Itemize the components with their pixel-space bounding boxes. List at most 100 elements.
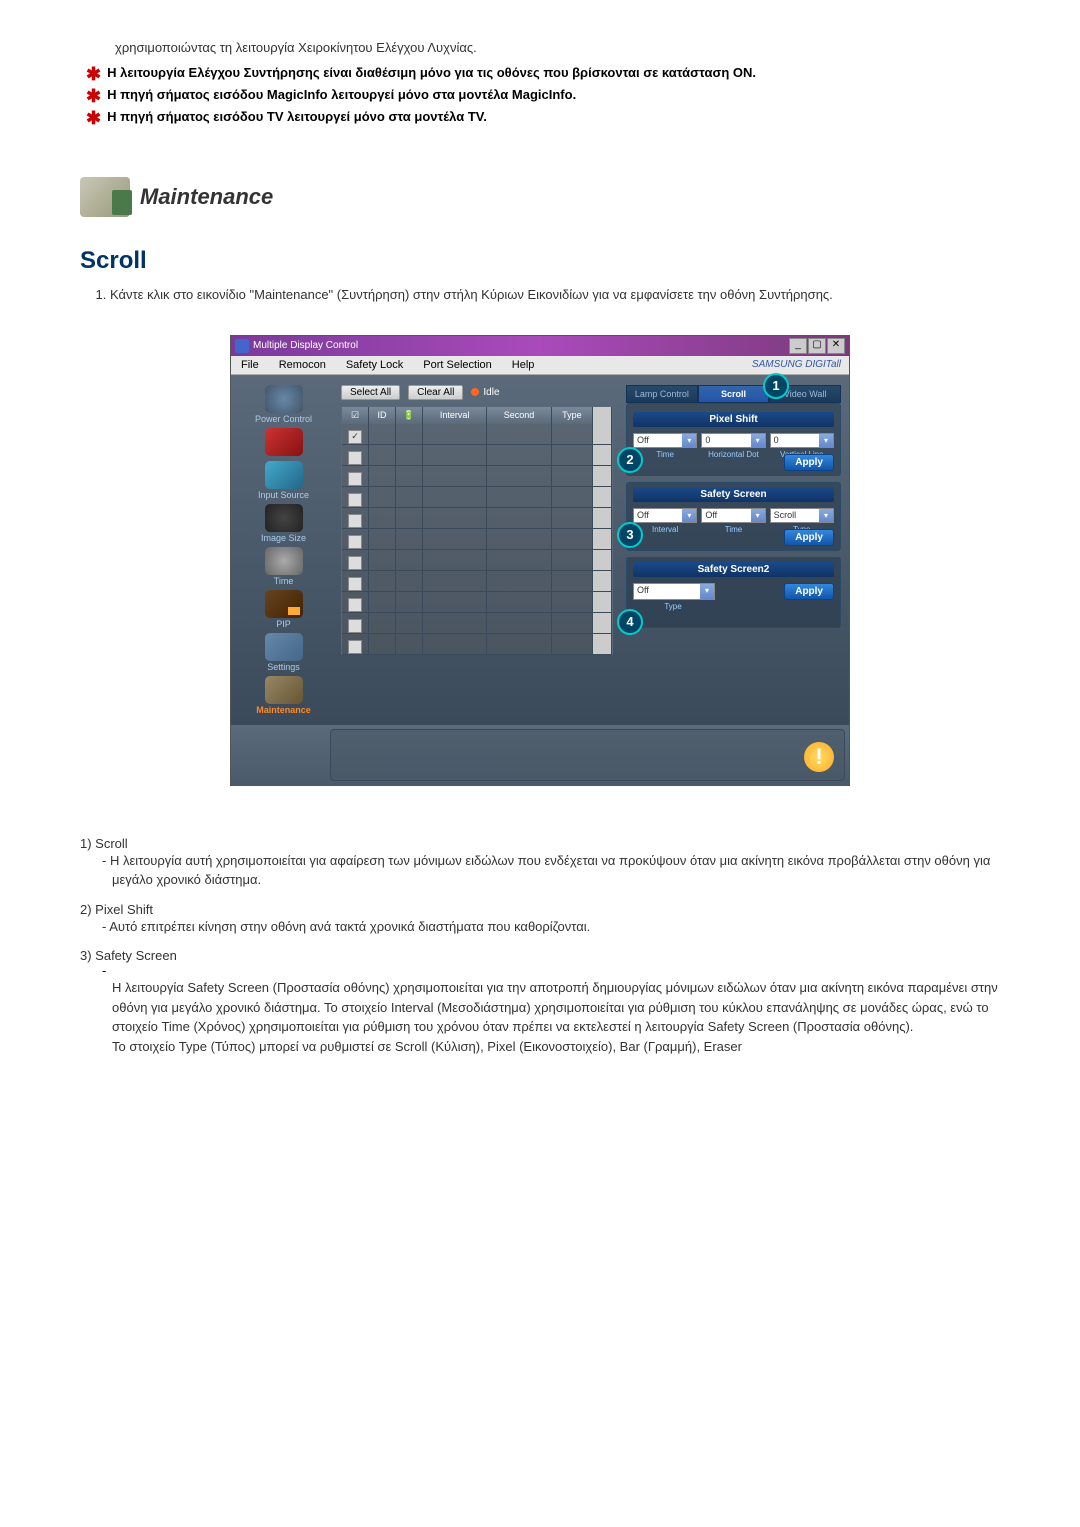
menu-file[interactable]: File <box>231 356 269 374</box>
table-row[interactable] <box>342 550 612 571</box>
scroll-heading: Scroll <box>80 247 1000 275</box>
label-hdot: Horizontal Dot <box>701 450 765 459</box>
tab-scroll[interactable]: Scroll <box>698 385 770 403</box>
row-checkbox[interactable] <box>348 514 362 528</box>
menu-port-selection[interactable]: Port Selection <box>413 356 501 374</box>
brand-label: SAMSUNG DIGITall <box>744 356 849 374</box>
app-window: Multiple Display Control _ ▢ ✕ File Remo… <box>230 335 850 786</box>
sidebar-label-maintenance: Maintenance <box>256 705 311 715</box>
right-panel: 1 Lamp Control Scroll Video Wall Pixel S… <box>618 375 849 725</box>
row-checkbox[interactable] <box>348 577 362 591</box>
safety2-apply-button[interactable]: Apply <box>784 583 834 600</box>
select-all-button[interactable]: Select All <box>341 385 400 400</box>
sidebar-item-input-source[interactable]: Input Source <box>236 461 331 500</box>
section-header: Maintenance <box>80 177 1000 217</box>
callout-2: 2 <box>617 447 643 473</box>
row-checkbox[interactable] <box>348 598 362 612</box>
col-second: Second <box>487 407 551 424</box>
clear-all-button[interactable]: Clear All <box>408 385 463 400</box>
table-row[interactable] <box>342 445 612 466</box>
desc-3-body1: Η λειτουργία Safety Screen (Προστασία οθ… <box>112 978 1000 1037</box>
safety-apply-button[interactable]: Apply <box>784 529 834 546</box>
close-button[interactable]: ✕ <box>827 338 845 354</box>
safety-time-dropdown[interactable]: Off▾ <box>701 508 765 523</box>
intro-text: χρησιμοποιώντας τη λειτουργία Χειροκίνητ… <box>115 40 1000 55</box>
row-checkbox[interactable] <box>348 640 362 654</box>
sidebar-label-size: Image Size <box>261 533 306 543</box>
desc-3-title: 3) Safety Screen <box>80 948 1000 963</box>
star-icon: ✱ <box>86 65 101 83</box>
table-row[interactable] <box>342 634 612 655</box>
idle-label: Idle <box>483 387 499 398</box>
table-row[interactable] <box>342 592 612 613</box>
safety-type-dropdown[interactable]: Scroll▾ <box>770 508 834 523</box>
input-source-icon <box>265 461 303 489</box>
sidebar-item-settings[interactable]: Settings <box>236 633 331 672</box>
sidebar-item-image-size[interactable]: Image Size <box>236 504 331 543</box>
menu-remocon[interactable]: Remocon <box>269 356 336 374</box>
col-stat: 🔋 <box>396 407 423 424</box>
desc-1-body: - Η λειτουργία αυτή χρησιμοποιείται για … <box>112 851 1000 890</box>
sidebar-item-source[interactable] <box>236 428 331 457</box>
sidebar-item-power[interactable]: Power Control <box>236 385 331 424</box>
idle-indicator: Idle <box>471 387 499 398</box>
table-row[interactable] <box>342 508 612 529</box>
bullet-text-2: Η πηγή σήματος εισόδου MagicInfo λειτουρ… <box>107 87 1000 102</box>
pixel-shift-apply-button[interactable]: Apply <box>784 454 834 471</box>
screenshot-container: Multiple Display Control _ ▢ ✕ File Remo… <box>230 335 850 786</box>
image-size-icon <box>265 504 303 532</box>
sidebar-item-maintenance[interactable]: Maintenance <box>236 676 331 715</box>
safety2-type-dropdown[interactable]: Off▾ <box>633 583 715 600</box>
description-list: 1) Scroll - Η λειτουργία αυτή χρησιμοποι… <box>80 836 1000 1057</box>
minimize-button[interactable]: _ <box>789 338 807 354</box>
pixel-shift-hdot-dropdown[interactable]: 0▾ <box>701 433 765 448</box>
row-checkbox[interactable] <box>348 472 362 486</box>
table-row[interactable] <box>342 466 612 487</box>
row-checkbox[interactable] <box>348 619 362 633</box>
col-scrollbar[interactable] <box>593 407 612 424</box>
sidebar-item-pip[interactable]: PIP <box>236 590 331 629</box>
table-row[interactable] <box>342 487 612 508</box>
sidebar-label-settings: Settings <box>267 662 300 672</box>
row-checkbox[interactable] <box>348 493 362 507</box>
app-icon <box>235 339 249 353</box>
col-interval: Interval <box>423 407 487 424</box>
row-checkbox[interactable] <box>348 430 362 444</box>
center-panel: Select All Clear All Idle ☑ ID 🔋 Interva… <box>336 375 618 725</box>
scroll-step-1: Κάντε κλικ στο εικονίδιο "Maintenance" (… <box>110 285 1000 305</box>
sidebar-item-time[interactable]: Time <box>236 547 331 586</box>
row-checkbox[interactable] <box>348 556 362 570</box>
table-row[interactable] <box>342 613 612 634</box>
row-checkbox[interactable] <box>348 535 362 549</box>
tab-lamp-control[interactable]: Lamp Control <box>626 385 698 403</box>
star-bullet-3: ✱ Η πηγή σήματος εισόδου TV λειτουργεί μ… <box>86 109 1000 127</box>
col-id: ID <box>369 407 396 424</box>
source-icon <box>265 428 303 456</box>
menu-safety-lock[interactable]: Safety Lock <box>336 356 413 374</box>
time-icon <box>265 547 303 575</box>
sidebar-label-time: Time <box>274 576 294 586</box>
table-row[interactable] <box>342 424 612 445</box>
menu-help[interactable]: Help <box>502 356 545 374</box>
grid-table: ☑ ID 🔋 Interval Second Type <box>341 406 613 655</box>
safety-interval-dropdown[interactable]: Off▾ <box>633 508 697 523</box>
row-checkbox[interactable] <box>348 451 362 465</box>
star-icon: ✱ <box>86 109 101 127</box>
desc-1-title: 1) Scroll <box>80 836 1000 851</box>
maximize-button[interactable]: ▢ <box>808 338 826 354</box>
bullet-text-3: Η πηγή σήματος εισόδου TV λειτουργεί μόν… <box>107 109 1000 124</box>
desc-3-body2: Το στοιχείο Type (Τύπος) μπορεί να ρυθμι… <box>112 1037 1000 1057</box>
callout-4: 4 <box>617 609 643 635</box>
star-bullet-2: ✱ Η πηγή σήματος εισόδου MagicInfo λειτο… <box>86 87 1000 105</box>
callout-1: 1 <box>763 373 789 399</box>
table-row[interactable] <box>342 529 612 550</box>
bullet-text-1: Η λειτουργία Ελέγχου Συντήρησης είναι δι… <box>107 65 1000 80</box>
col-check[interactable]: ☑ <box>342 407 369 424</box>
pixel-shift-vline-dropdown[interactable]: 0▾ <box>770 433 834 448</box>
callout-3: 3 <box>617 522 643 548</box>
titlebar: Multiple Display Control _ ▢ ✕ <box>231 336 849 356</box>
table-row[interactable] <box>342 571 612 592</box>
pixel-shift-off-dropdown[interactable]: Off▾ <box>633 433 697 448</box>
window-title: Multiple Display Control <box>253 340 358 351</box>
menubar: File Remocon Safety Lock Port Selection … <box>231 356 849 375</box>
